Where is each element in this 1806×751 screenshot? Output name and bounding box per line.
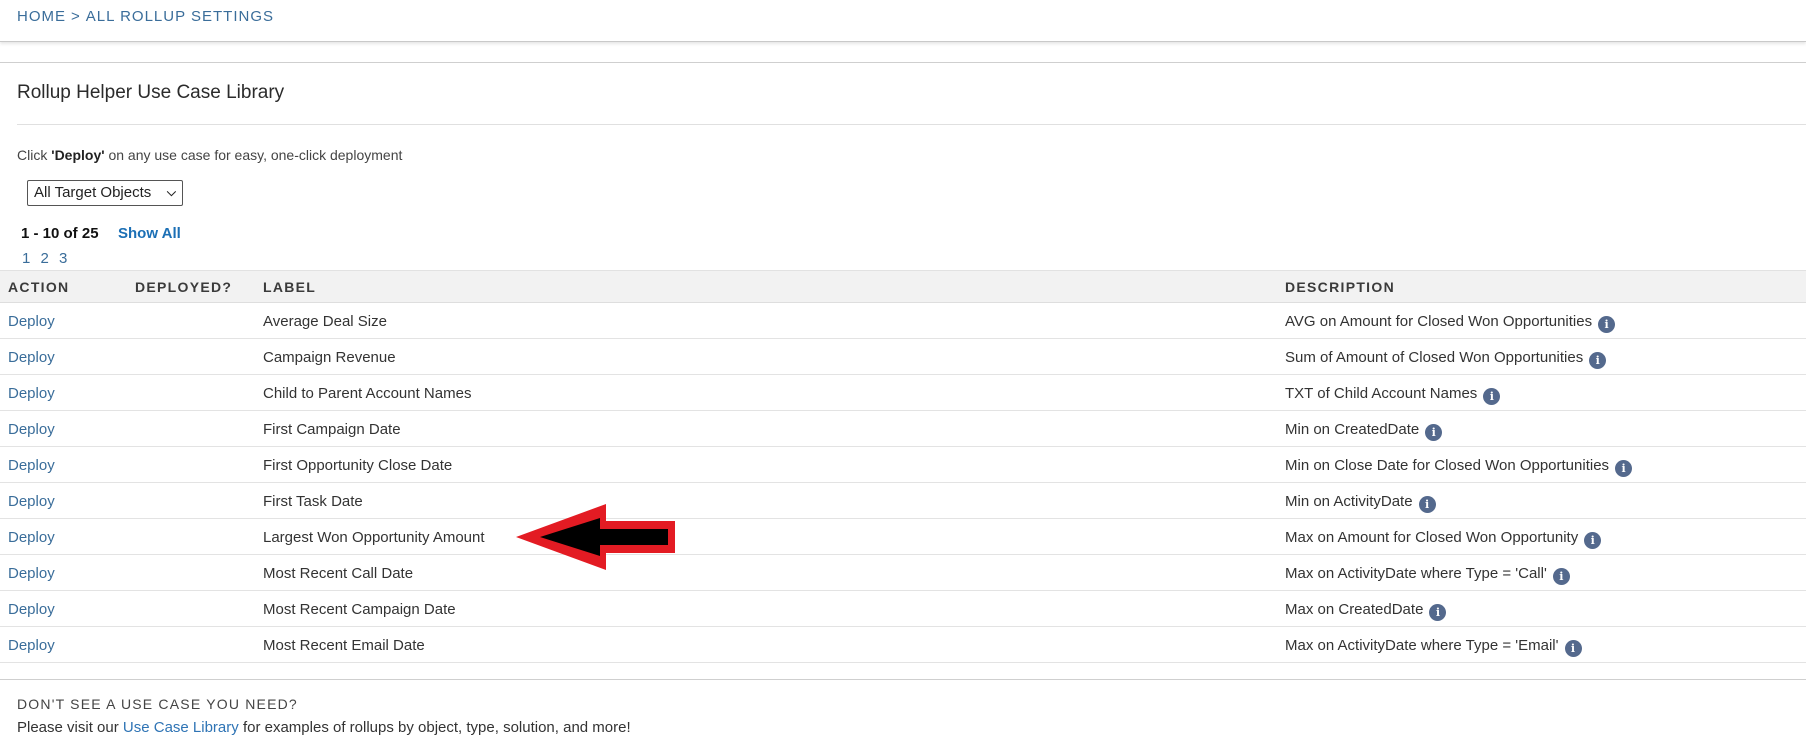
breadcrumb-bar: HOME > ALL ROLLUP SETTINGS [0,0,1806,42]
footer-prefix: Please visit our [17,719,123,736]
table-row: Deploy Campaign Revenue Sum of Amount of C… [0,339,1806,375]
label-cell: Largest Won Opportunity Amount [263,529,485,546]
deploy-link[interactable]: Deploy [8,457,55,474]
description-cell: Min on CreatedDate i [1285,421,1443,441]
info-icon[interactable]: i [1598,316,1616,333]
pagination: 1 2 3 [22,250,73,267]
table-body: Deploy Average Deal Size AVG on Amount for… [0,303,1806,663]
deploy-link[interactable]: Deploy [8,385,55,402]
deploy-link[interactable]: Deploy [8,349,55,366]
description-text: Min on CreatedDate [1285,421,1420,438]
footer-divider [0,679,1806,680]
info-icon[interactable]: i [1552,568,1570,585]
info-icon[interactable]: i [1584,532,1602,549]
label-cell: Average Deal Size [263,313,387,330]
description-text: TXT of Child Account Names [1285,385,1478,402]
table-row: Deploy First Opportunity Close Date Min on… [0,447,1806,483]
description-cell: Max on Amount for Closed Won Opportunity… [1285,529,1602,549]
breadcrumb-current-link[interactable]: ALL ROLLUP SETTINGS [86,8,274,25]
table-header: ACTION DEPLOYED? LABEL DESCRIPTION [0,270,1806,303]
label-cell: Most Recent Campaign Date [263,601,456,618]
deploy-link[interactable]: Deploy [8,637,55,654]
description-text: Max on CreatedDate [1285,601,1424,618]
deploy-link[interactable]: Deploy [8,421,55,438]
description-text: AVG on Amount for Closed Won Opportuniti… [1285,313,1593,330]
deploy-link[interactable]: Deploy [8,565,55,582]
annotation-arrow-icon [516,504,675,570]
description-cell: Max on CreatedDate i [1285,601,1447,621]
description-cell: TXT of Child Account Names i [1285,385,1501,405]
description-cell: Sum of Amount of Closed Won Opportunitie… [1285,349,1607,369]
header-description: DESCRIPTION [1285,279,1395,295]
info-icon[interactable]: i [1615,460,1633,477]
use-case-library-link[interactable]: Use Case Library [123,719,239,736]
table-row: Deploy Most Recent Campaign Date Max on Cr… [0,591,1806,627]
table-row: Deploy Most Recent Email Date Max on Activ… [0,627,1806,663]
footer-heading: DON'T SEE A USE CASE YOU NEED? [17,696,298,712]
description-text: Max on ActivityDate where Type = 'Email' [1285,637,1559,654]
table-row: Deploy Average Deal Size AVG on Amount for… [0,303,1806,339]
deploy-link[interactable]: Deploy [8,313,55,330]
description-text: Min on Close Date for Closed Won Opportu… [1285,457,1610,474]
deploy-link[interactable]: Deploy [8,493,55,510]
header-action: ACTION [8,279,70,295]
record-count: 1 - 10 of 25 [21,225,99,242]
page-link[interactable]: 3 [59,250,67,267]
select-value: All Target Objects [34,184,152,201]
panel-top-border [0,62,1806,63]
chevron-down-icon: ⌵ [166,185,176,199]
deploy-link[interactable]: Deploy [8,601,55,618]
table-row: Deploy Largest Won Opportunity Amount Max … [0,519,1806,555]
page-title: Rollup Helper Use Case Library [17,82,285,103]
description-text: Sum of Amount of Closed Won Opportunitie… [1285,349,1584,366]
info-icon[interactable]: i [1429,604,1447,621]
table-row: Deploy Child to Parent Account Names TXT o… [0,375,1806,411]
description-text: Max on Amount for Closed Won Opportunity [1285,529,1579,546]
description-cell: Min on ActivityDate i [1285,493,1436,513]
use-case-table: ACTION DEPLOYED? LABEL DESCRIPTION Deplo… [0,270,1806,663]
label-cell: First Task Date [263,493,363,510]
intro-bold: 'Deploy' [51,147,105,163]
table-row: Deploy First Task Date Min on ActivityDate… [0,483,1806,519]
intro-text: Click 'Deploy' on any use case for easy,… [17,147,402,163]
info-icon[interactable]: i [1425,424,1443,441]
description-text: Max on ActivityDate where Type = 'Call' [1285,565,1547,582]
description-cell: AVG on Amount for Closed Won Opportuniti… [1285,313,1616,333]
info-icon[interactable]: i [1418,496,1436,513]
breadcrumb: HOME > ALL ROLLUP SETTINGS [17,8,274,25]
header-deployed: DEPLOYED? [135,279,233,295]
label-cell: Most Recent Call Date [263,565,414,582]
description-cell: Max on ActivityDate where Type = 'Call' i [1285,565,1570,585]
table-row: Deploy Most Recent Call Date Max on Activi… [0,555,1806,591]
label-cell: Most Recent Email Date [263,637,425,654]
description-cell: Max on ActivityDate where Type = 'Email'… [1285,637,1582,657]
page-link[interactable]: 1 [22,250,30,267]
intro-suffix: on any use case for easy, one-click depl… [104,147,403,163]
description-text: Min on ActivityDate [1285,493,1413,510]
breadcrumb-separator: > [71,8,81,25]
table-row: Deploy First Campaign Date Min on CreatedD… [0,411,1806,447]
footer-text: Please visit our Use Case Library for ex… [17,719,631,736]
target-object-select[interactable]: All Target Objects ⌵ [27,180,183,206]
label-cell: Campaign Revenue [263,349,396,366]
label-cell: First Opportunity Close Date [263,457,453,474]
title-divider [17,124,1806,125]
info-icon[interactable]: i [1483,388,1501,405]
deploy-link[interactable]: Deploy [8,529,55,546]
description-cell: Min on Close Date for Closed Won Opportu… [1285,457,1633,477]
header-label: LABEL [263,279,317,295]
show-all-link[interactable]: Show All [118,225,181,242]
page-link[interactable]: 2 [41,250,49,267]
footer-suffix: for examples of rollups by object, type,… [238,719,631,736]
label-cell: Child to Parent Account Names [263,385,472,402]
info-icon[interactable]: i [1589,352,1607,369]
intro-prefix: Click [17,147,52,163]
label-cell: First Campaign Date [263,421,401,438]
info-icon[interactable]: i [1564,640,1582,657]
breadcrumb-home-link[interactable]: HOME [17,8,66,25]
